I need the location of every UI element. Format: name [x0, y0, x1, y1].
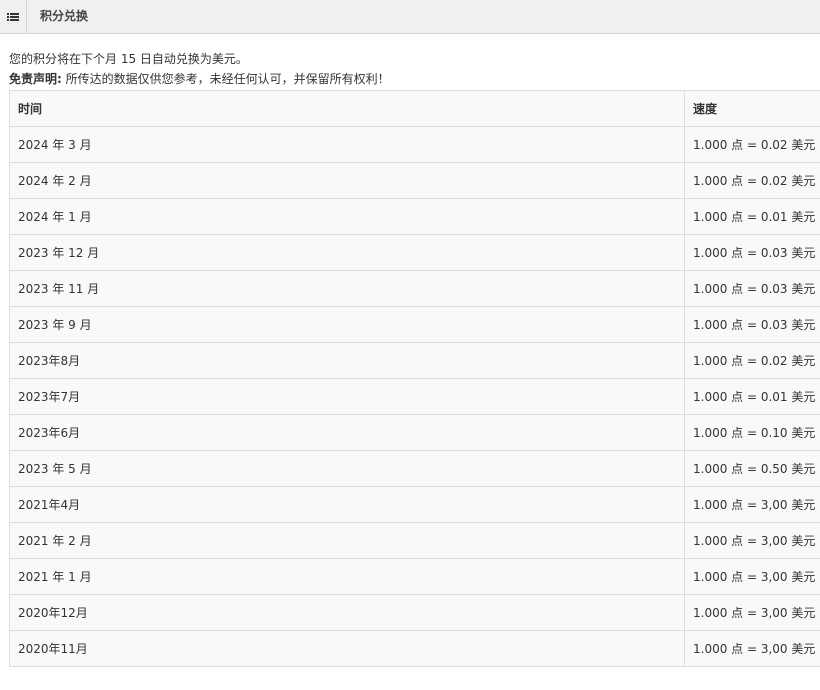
table-row: 2024 年 1 月1.000 点 = 0.01 美元: [10, 199, 820, 235]
table-row: 2023 年 11 月1.000 点 = 0.03 美元: [10, 271, 820, 307]
time-cell: 2023年8月: [10, 343, 685, 379]
disclaimer-text: 所传达的数据仅供您参考，未经任何认可，并保留所有权利！: [66, 72, 390, 86]
rate-cell: 1.000 点 = 3,00 美元: [685, 487, 820, 523]
table-row: 2023年8月1.000 点 = 0.02 美元: [10, 343, 820, 379]
rate-cell: 1.000 点 = 0.10 美元: [685, 415, 820, 451]
menu-toggle-button[interactable]: [0, 0, 27, 33]
rate-cell: 1.000 点 = 0.03 美元: [685, 271, 820, 307]
rate-cell: 1.000 点 = 0.02 美元: [685, 343, 820, 379]
rate-cell: 1.000 点 = 0.02 美元: [685, 127, 820, 163]
table-row: 2023 年 5 月1.000 点 = 0.50 美元: [10, 451, 820, 487]
table-row: 2023 年 9 月1.000 点 = 0.03 美元: [10, 307, 820, 343]
column-header-time: 时间: [10, 91, 685, 127]
rate-cell: 1.000 点 = 3,00 美元: [685, 595, 820, 631]
table-row: 2023 年 12 月1.000 点 = 0.03 美元: [10, 235, 820, 271]
time-cell: 2023 年 11 月: [10, 271, 685, 307]
rate-cell: 1.000 点 = 3,00 美元: [685, 631, 820, 667]
time-cell: 2024 年 2 月: [10, 163, 685, 199]
rate-cell: 1.000 点 = 0.02 美元: [685, 163, 820, 199]
time-cell: 2024 年 1 月: [10, 199, 685, 235]
table-row: 2024 年 3 月1.000 点 = 0.02 美元: [10, 127, 820, 163]
table-row: 2020年12月1.000 点 = 3,00 美元: [10, 595, 820, 631]
rates-table: 时间 速度 2024 年 3 月1.000 点 = 0.02 美元 2024 年…: [9, 90, 820, 667]
rate-cell: 1.000 点 = 3,00 美元: [685, 559, 820, 595]
page-title: 积分兑换: [40, 0, 88, 33]
time-cell: 2020年11月: [10, 631, 685, 667]
rate-cell: 1.000 点 = 0.03 美元: [685, 235, 820, 271]
table-row: 2023年7月1.000 点 = 0.01 美元: [10, 379, 820, 415]
table-row: 2021 年 2 月1.000 点 = 3,00 美元: [10, 523, 820, 559]
table-row: 2023年6月1.000 点 = 0.10 美元: [10, 415, 820, 451]
rate-cell: 1.000 点 = 0.50 美元: [685, 451, 820, 487]
top-bar: 积分兑换: [0, 0, 820, 34]
time-cell: 2021 年 2 月: [10, 523, 685, 559]
disclaimer-label: 免责声明:: [9, 72, 62, 86]
rate-cell: 1.000 点 = 0.01 美元: [685, 379, 820, 415]
time-cell: 2020年12月: [10, 595, 685, 631]
rate-cell: 1.000 点 = 3,00 美元: [685, 523, 820, 559]
list-icon: [7, 12, 19, 22]
table-row: 2020年11月1.000 点 = 3,00 美元: [10, 631, 820, 667]
rate-cell: 1.000 点 = 0.01 美元: [685, 199, 820, 235]
exchange-notice: 您的积分将在下个月 15 日自动兑换为美元。: [9, 51, 248, 67]
table-header-row: 时间 速度: [10, 91, 820, 127]
time-cell: 2023 年 5 月: [10, 451, 685, 487]
rates-table-container: 时间 速度 2024 年 3 月1.000 点 = 0.02 美元 2024 年…: [9, 90, 820, 690]
column-header-rate: 速度: [685, 91, 820, 127]
disclaimer: 免责声明: 所传达的数据仅供您参考，未经任何认可，并保留所有权利！: [9, 71, 390, 87]
time-cell: 2021 年 1 月: [10, 559, 685, 595]
time-cell: 2023 年 9 月: [10, 307, 685, 343]
time-cell: 2023 年 12 月: [10, 235, 685, 271]
rate-cell: 1.000 点 = 0.03 美元: [685, 307, 820, 343]
time-cell: 2021年4月: [10, 487, 685, 523]
time-cell: 2023年7月: [10, 379, 685, 415]
time-cell: 2024 年 3 月: [10, 127, 685, 163]
table-row: 2024 年 2 月1.000 点 = 0.02 美元: [10, 163, 820, 199]
time-cell: 2023年6月: [10, 415, 685, 451]
table-row: 2021 年 1 月1.000 点 = 3,00 美元: [10, 559, 820, 595]
table-row: 2021年4月1.000 点 = 3,00 美元: [10, 487, 820, 523]
